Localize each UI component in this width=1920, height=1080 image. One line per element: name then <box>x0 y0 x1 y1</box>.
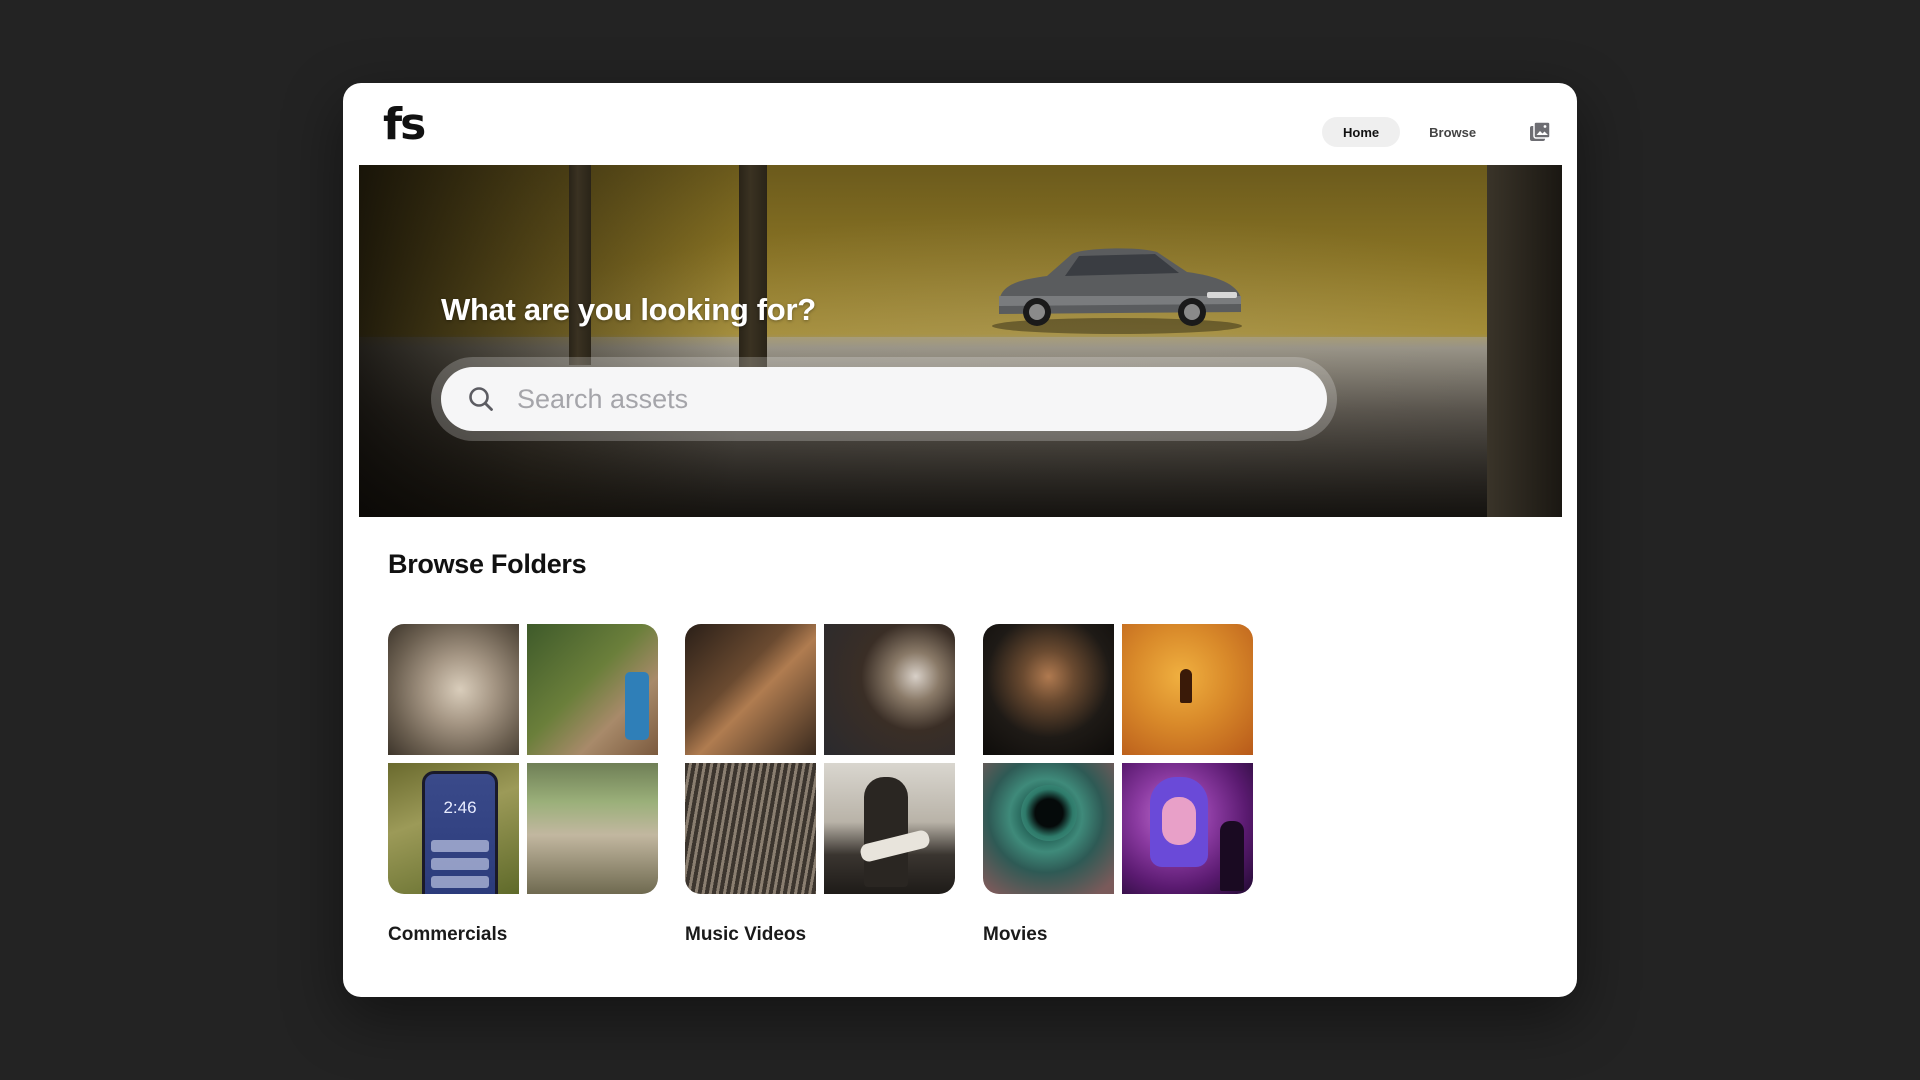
thumbnail-image <box>1122 624 1253 755</box>
nav-browse-button[interactable]: Browse <box>1408 117 1497 147</box>
photo-library-icon[interactable] <box>1529 121 1551 143</box>
hero-pillar <box>739 165 767 370</box>
search-icon <box>469 387 493 411</box>
hero-banner: What are you looking for? <box>359 165 1562 517</box>
car-image <box>992 248 1242 334</box>
folder-thumbnail-grid <box>983 624 1253 894</box>
nav-home-button[interactable]: Home <box>1322 117 1401 147</box>
phone-time-text: 2:46 <box>443 798 477 817</box>
hero-pillar <box>569 165 591 365</box>
thumbnail-image <box>527 624 658 755</box>
folder-thumbnail-grid: 2:46 <box>388 624 658 894</box>
thumbnail-image <box>527 763 658 894</box>
folder-name: Movies <box>983 924 1048 945</box>
phone-image: 2:46 <box>422 771 498 894</box>
silhouette-image <box>1180 669 1192 703</box>
thumbnail-image: 2:46 <box>388 763 519 894</box>
hero-pillar-right <box>1487 165 1562 517</box>
logo[interactable]: fs <box>383 103 426 147</box>
thumbnail-image <box>983 624 1114 755</box>
folder-thumbnail-grid <box>685 624 955 894</box>
search-input[interactable] <box>515 382 1279 416</box>
folder-movies[interactable]: Movies <box>983 624 1253 946</box>
folder-name: Music Videos <box>685 924 807 945</box>
folder-name: Commercials <box>388 924 508 945</box>
thumbnail-image <box>983 763 1114 894</box>
eye-image <box>1021 785 1077 841</box>
folder-music-videos[interactable]: Music Videos <box>685 624 955 946</box>
search-bar[interactable] <box>441 367 1327 431</box>
top-nav: Home Browse <box>1322 117 1497 147</box>
search-container <box>431 357 1337 441</box>
folder-commercials[interactable]: 2:46 Commercials <box>388 624 658 946</box>
thumbnail-image <box>1122 763 1253 894</box>
thumbnail-image <box>824 624 955 755</box>
thumbnail-image <box>824 763 955 894</box>
thumbnail-image <box>685 763 816 894</box>
section-title: Browse Folders <box>388 549 587 579</box>
hero-title: What are you looking for? <box>441 292 816 327</box>
thumbnail-image <box>685 624 816 755</box>
thumbnail-image <box>388 624 519 755</box>
app-window: fs Home Browse What are you looking for?… <box>343 83 1577 997</box>
hero-shadow <box>359 165 739 517</box>
